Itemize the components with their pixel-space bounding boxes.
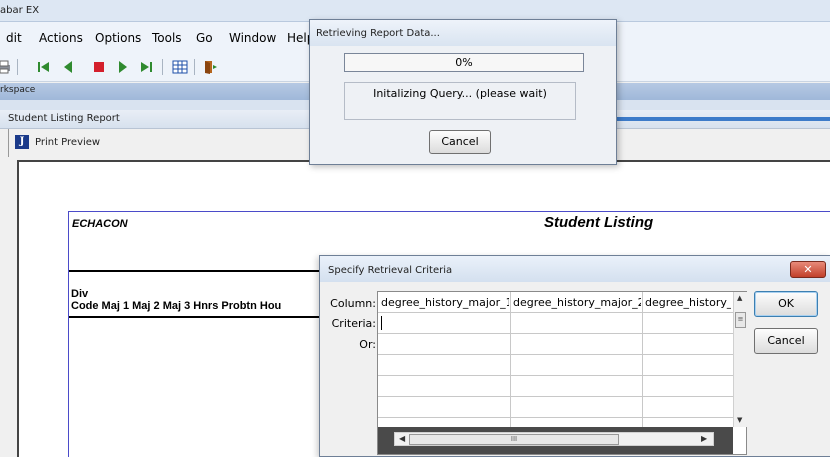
cancel-retrieval-button[interactable]: Cancel: [429, 130, 491, 154]
column-header-major-1[interactable]: degree_history_major_1: [381, 296, 509, 309]
exit-door-icon[interactable]: [202, 59, 218, 75]
stop-icon[interactable]: [91, 59, 107, 75]
report-company: ECHACON: [72, 218, 128, 230]
close-icon[interactable]: ✕: [790, 261, 826, 278]
app-title: abar EX: [0, 5, 40, 16]
status-message: Initalizing Query... (please wait): [373, 87, 547, 100]
menu-actions[interactable]: Actions: [39, 31, 83, 45]
criteria-dialog-title: Specify Retrieval Criteria: [328, 265, 453, 276]
menu-edit[interactable]: dit: [6, 31, 22, 45]
vertical-scrollbar[interactable]: ▲ ≡ ▼: [733, 292, 747, 427]
criteria-dialog-title-bar[interactable]: Specify Retrieval Criteria ✕: [320, 256, 830, 282]
criteria-row-label: Criteria:: [331, 317, 376, 330]
grid-row-line: [378, 312, 733, 313]
vertical-scroll-thumb[interactable]: ≡: [735, 312, 746, 328]
retrieving-dialog: Retrieving Report Data... 0% Initalizing…: [309, 19, 617, 165]
scroll-right-icon[interactable]: ▶: [701, 434, 707, 443]
retrieving-dialog-title: Retrieving Report Data...: [316, 28, 440, 39]
column-header-major-3[interactable]: degree_history_r: [645, 296, 731, 309]
last-record-icon[interactable]: [138, 59, 154, 75]
workspace-label: rkspace: [0, 85, 36, 95]
horizontal-scroll-thumb[interactable]: III: [409, 434, 619, 445]
report-column-header-row2: Code Maj 1 Maj 2 Maj 3 Hnrs Probtn Hou: [71, 300, 282, 312]
print-icon[interactable]: [0, 59, 12, 75]
retrieving-dialog-title-bar[interactable]: Retrieving Report Data...: [310, 20, 616, 46]
horizontal-scrollbar-area: ◀ III ▶: [378, 427, 733, 454]
report-title: Student Listing: [544, 214, 654, 231]
menu-go[interactable]: Go: [196, 31, 213, 45]
column-header-major-2[interactable]: degree_history_major_2: [513, 296, 641, 309]
first-record-icon[interactable]: [36, 59, 52, 75]
criteria-input[interactable]: [381, 316, 506, 330]
grid-column-line: [642, 292, 643, 427]
column-row-label: Column:: [330, 297, 376, 310]
grid-icon[interactable]: [172, 59, 188, 75]
grid-row-line: [378, 354, 733, 355]
ok-button[interactable]: OK: [754, 291, 818, 317]
grid-row-line: [378, 396, 733, 397]
menu-window[interactable]: Window: [229, 31, 276, 45]
criteria-grid[interactable]: degree_history_major_1 degree_history_ma…: [377, 291, 747, 455]
report-column-header-row1: Div: [71, 288, 89, 300]
print-preview-label: Print Preview: [35, 137, 101, 148]
grid-column-line: [510, 292, 511, 427]
progress-text: 0%: [455, 56, 473, 69]
child-window-title: Student Listing Report: [8, 113, 120, 124]
cancel-button[interactable]: Cancel: [754, 328, 818, 354]
grid-row-line: [378, 417, 733, 418]
toolbar-separator: [162, 59, 163, 75]
menu-options[interactable]: Options: [95, 31, 141, 45]
grid-row-line: [378, 333, 733, 334]
scroll-left-icon[interactable]: ◀: [399, 434, 405, 443]
toolbar-separator: [17, 59, 18, 75]
scroll-up-icon[interactable]: ▲: [737, 294, 742, 302]
status-message-box: Initalizing Query... (please wait): [344, 82, 576, 120]
previous-record-icon[interactable]: [60, 59, 76, 75]
grid-row-line: [378, 375, 733, 376]
toolbar-separator: [194, 59, 195, 75]
next-record-icon[interactable]: [115, 59, 131, 75]
print-preview-icon: J: [15, 135, 29, 149]
horizontal-scrollbar[interactable]: ◀ III ▶: [394, 432, 714, 446]
menu-tools[interactable]: Tools: [152, 31, 182, 45]
scroll-down-icon[interactable]: ▼: [737, 416, 742, 424]
or-row-label: Or:: [359, 338, 376, 351]
progress-bar: 0%: [344, 53, 584, 72]
